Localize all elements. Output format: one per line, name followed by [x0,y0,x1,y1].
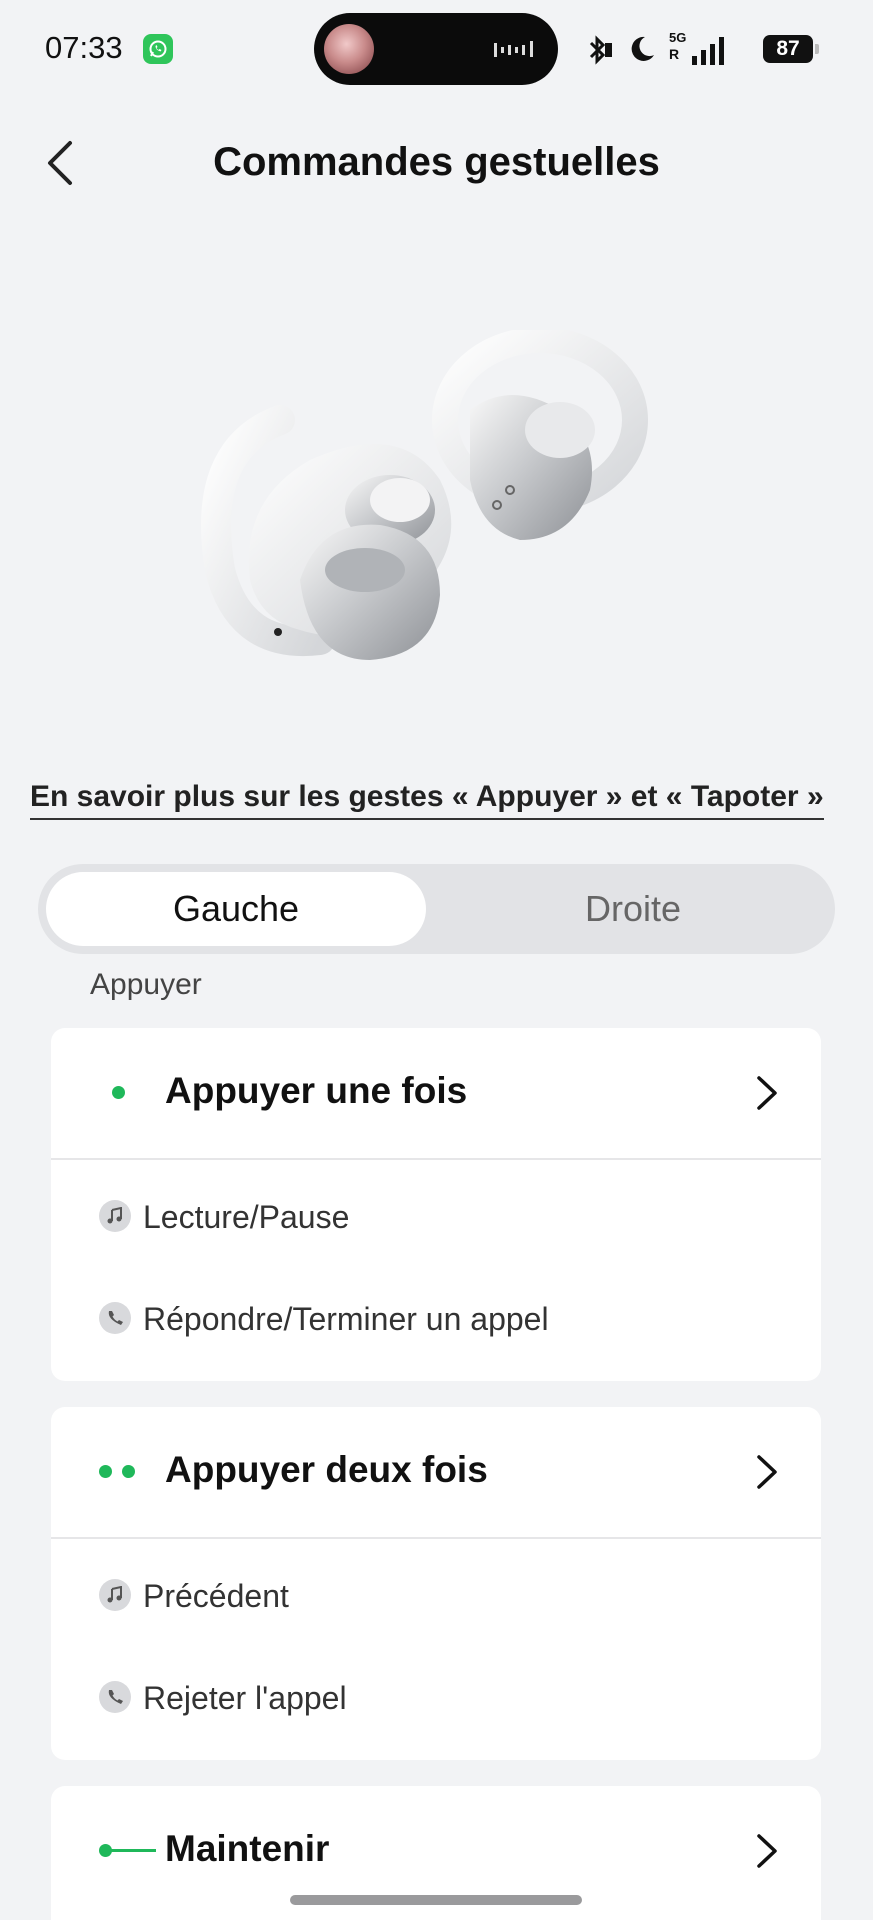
dynamic-island[interactable] [314,13,558,85]
single-press-header[interactable]: Appuyer une fois [51,1028,821,1160]
section-label: Appuyer [90,968,202,1001]
whatsapp-icon [143,34,173,64]
media-thumbnail [324,24,374,74]
earbud-side-selector: Gauche Droite [38,864,835,954]
chevron-right-icon [757,1455,777,1489]
page-title: Commandes gestuelles [213,140,660,184]
music-note-icon [99,1200,131,1232]
status-time: 07:33 [45,30,123,65]
status-bar: 07:33 5G R 87 [0,0,873,100]
double-press-title: Appuyer deux fois [165,1449,488,1490]
audio-wave-icon [494,41,533,57]
music-note-icon [99,1579,131,1611]
hold-line-icon [106,1849,156,1852]
tab-right[interactable]: Droite [438,872,828,946]
hold-title: Maintenir [165,1828,330,1869]
list-item: Rejeter l'appel [51,1651,821,1753]
roaming-indicator: R [669,46,680,62]
moon-icon [631,36,654,61]
network-type: 5G [669,30,687,45]
signal-icon [692,37,724,65]
network-indicator: 5G R [669,30,689,70]
tab-left[interactable]: Gauche [46,872,426,946]
double-dot-icon [99,1465,112,1478]
home-indicator[interactable] [290,1895,582,1905]
action-label: Précédent [143,1578,289,1614]
double-press-header[interactable]: Appuyer deux fois [51,1407,821,1539]
gesture-card-double-press: Appuyer deux fois Précédent Rejeter l'ap… [51,1407,821,1760]
double-dot-icon-second [122,1465,135,1478]
action-label: Lecture/Pause [143,1199,350,1235]
list-item: Précédent [51,1549,821,1651]
phone-icon [99,1302,131,1334]
phone-icon [99,1681,131,1713]
learn-more-link[interactable]: En savoir plus sur les gestes « Appuyer … [30,780,824,820]
chevron-right-icon [757,1834,777,1868]
single-dot-icon [112,1086,125,1099]
single-press-title: Appuyer une fois [165,1070,468,1111]
bluetooth-icon [589,35,612,65]
list-item: Lecture/Pause [51,1170,821,1272]
earbuds-product-image [201,330,648,660]
battery-icon: 87 [763,35,819,63]
gesture-card-single-press: Appuyer une fois Lecture/Pause Répondre/… [51,1028,821,1381]
list-item: Répondre/Terminer un appel [51,1272,821,1374]
status-icons: 5G R 87 [583,30,819,70]
action-label: Rejeter l'appel [143,1680,347,1716]
chevron-right-icon [757,1076,777,1110]
action-label: Répondre/Terminer un appel [143,1301,549,1337]
